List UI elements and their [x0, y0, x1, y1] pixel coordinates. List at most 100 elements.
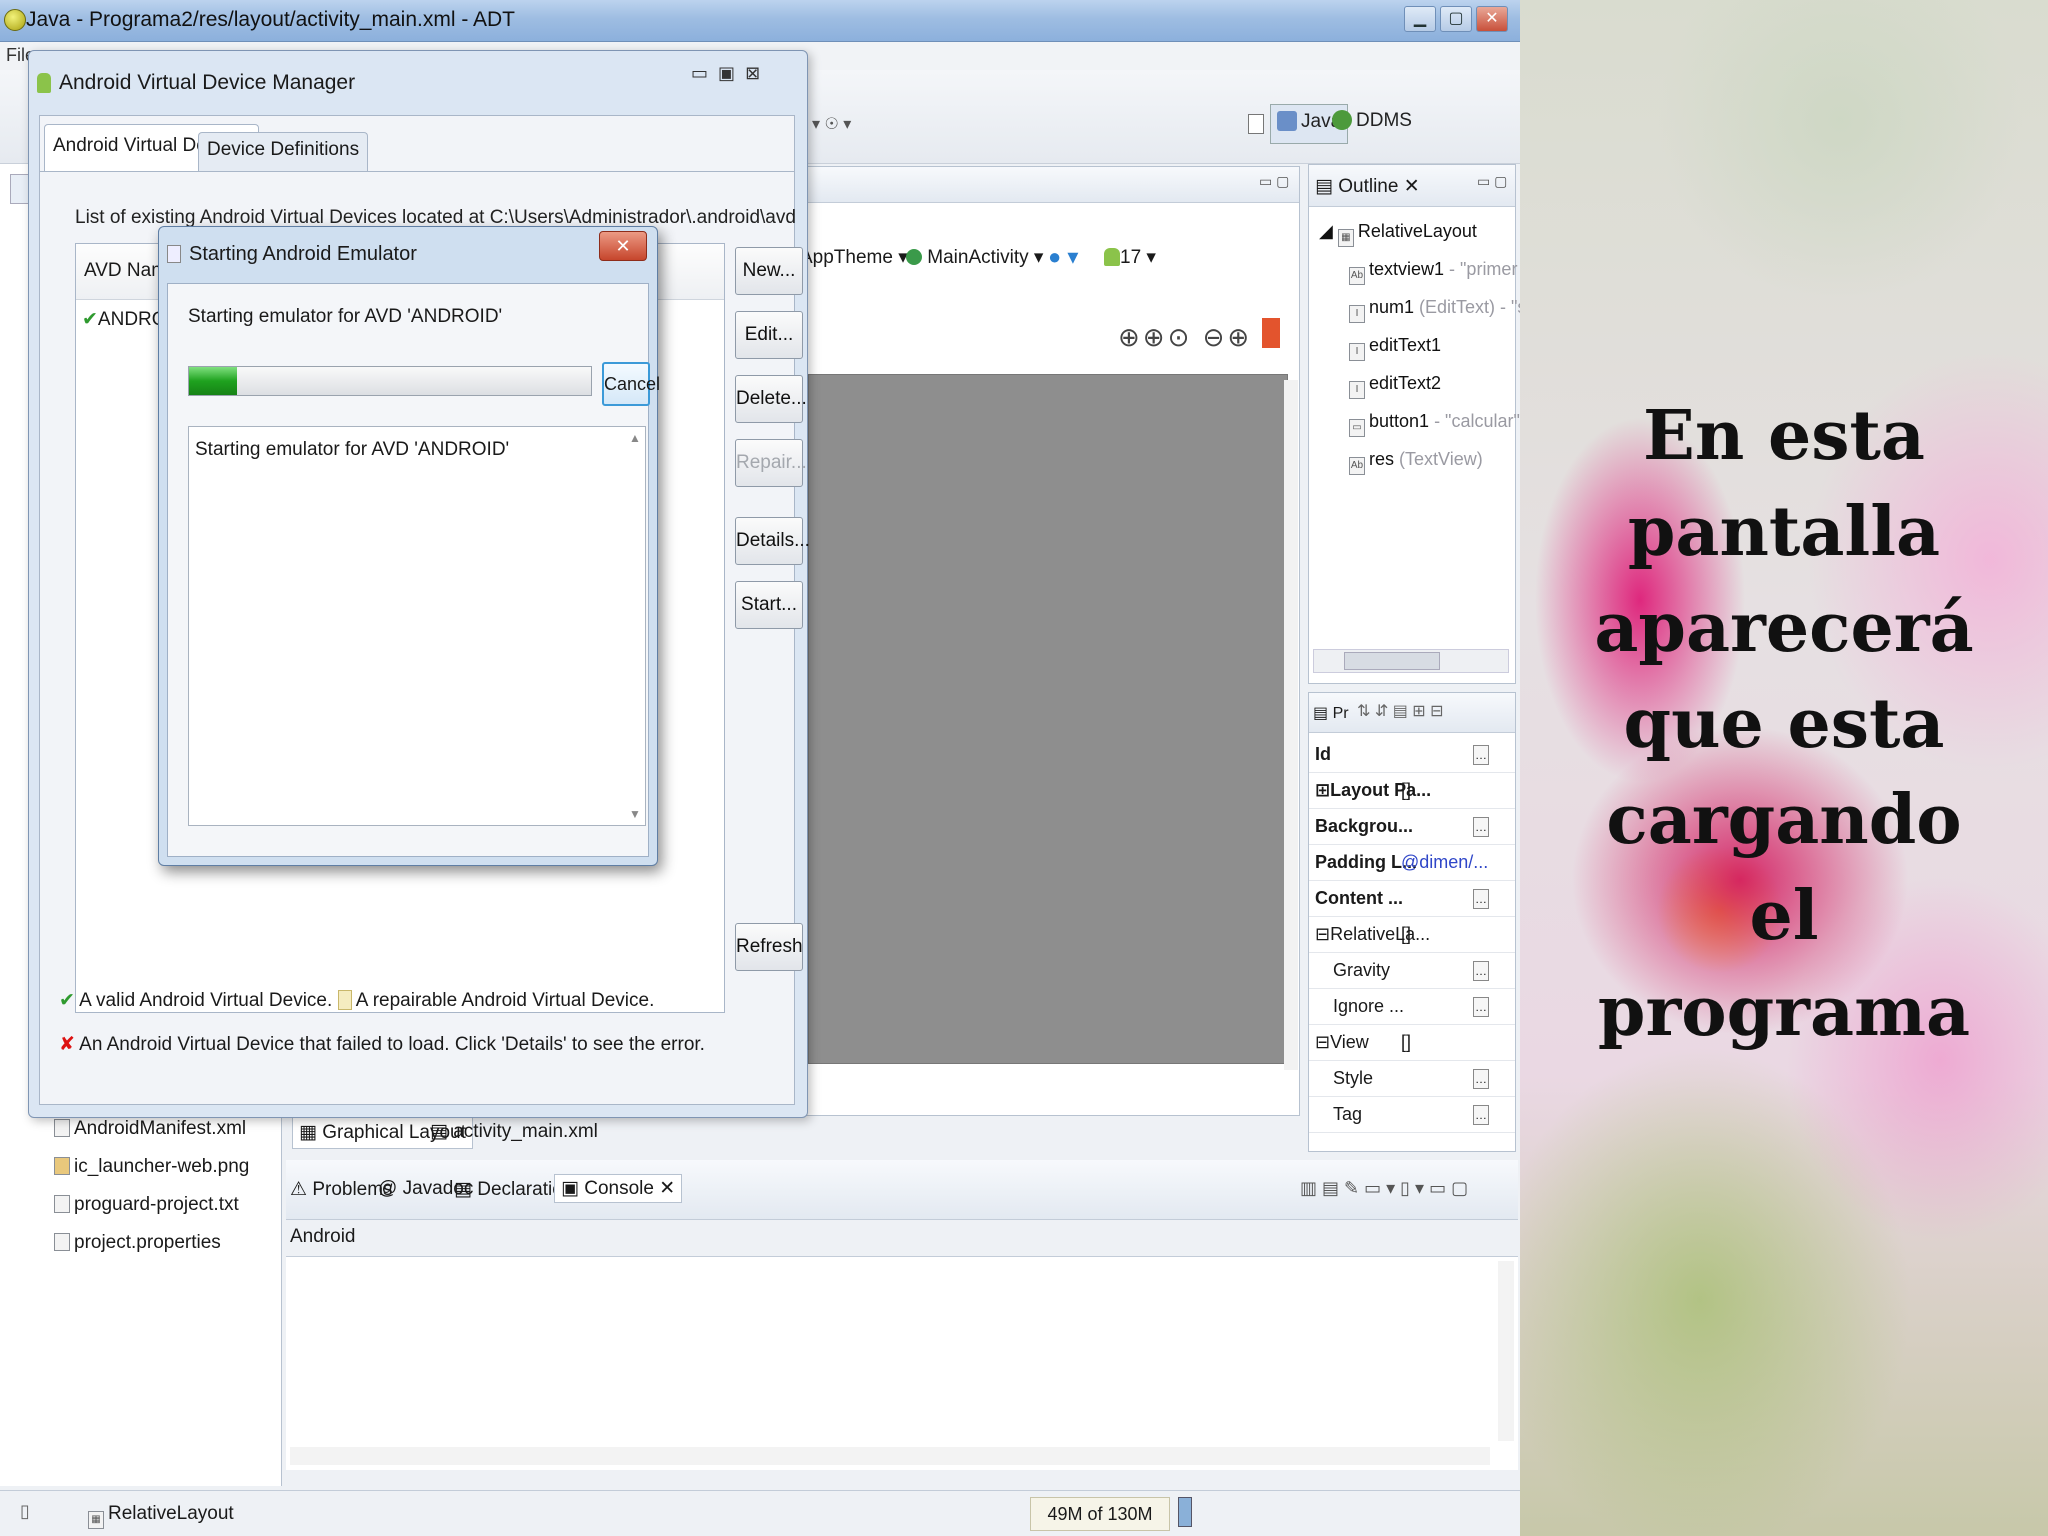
edittext-icon: I	[1349, 343, 1365, 361]
java-perspective-icon	[1277, 111, 1297, 131]
prop-ignore-gravity[interactable]: Ignore ...…	[1309, 989, 1515, 1025]
prop-id[interactable]: Id…	[1309, 737, 1515, 773]
maximize-button[interactable]: ▢	[1440, 6, 1472, 32]
prop-padding[interactable]: Padding L... @dimen/...	[1309, 845, 1515, 881]
outline-scroll-thumb[interactable]	[1344, 652, 1440, 670]
maximize-button[interactable]: ▣	[718, 63, 735, 83]
close-button[interactable]: ✕	[1476, 6, 1508, 32]
console-h-scrollbar[interactable]	[290, 1447, 1490, 1465]
tab-label: activity_main.xml	[453, 1121, 598, 1142]
perspective-ddms[interactable]: DDMS	[1332, 110, 1412, 150]
start-button[interactable]: Start...	[735, 581, 803, 629]
delete-button[interactable]: Delete...	[735, 375, 807, 423]
outline-minmax-icon[interactable]: ▭ ▢	[1477, 173, 1507, 190]
api-level-dropdown[interactable]: 17 ▾	[1104, 246, 1156, 269]
close-button[interactable]: ⊠	[745, 63, 760, 83]
toolbar-run-dropdown-icon[interactable]: ▾ ☉ ▾	[812, 114, 851, 134]
editor-minmax-icon[interactable]: ▭ ▢	[1259, 173, 1289, 190]
cancel-button[interactable]: Cancel	[602, 362, 660, 406]
error-marker-icon[interactable]	[1262, 318, 1281, 348]
ddms-perspective-icon	[1332, 110, 1352, 130]
collapse-icon[interactable]: ⊟	[1315, 1032, 1330, 1052]
outline-item-num1[interactable]: Inum1 (EditText) - "seg	[1349, 297, 1520, 323]
scroll-down-icon[interactable]: ▼	[629, 807, 641, 821]
minimize-button[interactable]: ▁	[1404, 6, 1436, 32]
zoom-real-icon[interactable]: ⊕	[1143, 322, 1168, 352]
file-ic-launcher[interactable]: ic_launcher-web.png	[54, 1156, 249, 1178]
prop-background[interactable]: Backgrou...…	[1309, 809, 1515, 845]
outline-h-scrollbar[interactable]	[1313, 649, 1509, 673]
theme-dropdown[interactable]: AppTheme ▾	[800, 246, 908, 269]
file-android-manifest[interactable]: AndroidManifest.xml	[54, 1118, 246, 1140]
package-explorer-minimized-icon[interactable]	[10, 174, 30, 204]
ellipsis-button[interactable]: …	[1473, 889, 1489, 909]
emulator-log[interactable]: Starting emulator for AVD 'ANDROID' ▲ ▼	[188, 426, 646, 826]
tab-activity-main-xml[interactable]: ▤ activity_main.xml	[424, 1116, 604, 1147]
fast-view-icon[interactable]: ▯	[20, 1501, 30, 1522]
close-tab-icon[interactable]: ✕	[1404, 176, 1420, 197]
zoom-in-icon[interactable]: ⊕	[1227, 322, 1252, 352]
ellipsis-button[interactable]: …	[1473, 1105, 1489, 1125]
ellipsis-button[interactable]: …	[1473, 745, 1489, 765]
legend-failed-text: An Android Virtual Device that failed to…	[79, 1034, 705, 1055]
tab-console[interactable]: ▣ Console ✕	[554, 1174, 683, 1203]
locale-globe-icon[interactable]: ● ▾	[1048, 244, 1078, 270]
console-output[interactable]	[286, 1256, 1518, 1470]
minimize-button[interactable]: ▭	[691, 63, 708, 83]
properties-tab[interactable]: ▤ Pr	[1313, 703, 1349, 723]
prop-layout-params[interactable]: ⊞Layout Pa...[]	[1309, 773, 1515, 809]
ellipsis-button[interactable]: …	[1473, 961, 1489, 981]
outline-item-edittext1[interactable]: IeditText1	[1349, 335, 1441, 361]
new-button[interactable]: New...	[735, 247, 803, 295]
outline-tab-label: Outline	[1338, 176, 1399, 197]
outline-item-edittext2[interactable]: IeditText2	[1349, 373, 1441, 399]
tab-label: Console	[584, 1178, 654, 1199]
properties-toolbar-icons[interactable]: ⇅ ⇵ ▤ ⊞ ⊟	[1357, 701, 1444, 721]
repair-button[interactable]: Repair...	[735, 439, 807, 487]
outline-item-button1[interactable]: ▭ button1 - "calcular"	[1349, 411, 1520, 437]
legend-failed: ✘ An Android Virtual Device that failed …	[59, 1033, 705, 1056]
file-project-properties[interactable]: project.properties	[54, 1232, 221, 1254]
close-button[interactable]: ✕	[599, 231, 647, 261]
ellipsis-button[interactable]: …	[1473, 817, 1489, 837]
prop-content-description[interactable]: Content ...…	[1309, 881, 1515, 917]
zoom-fit-icon[interactable]: ⊕	[1118, 322, 1143, 352]
prop-tag[interactable]: Tag …	[1309, 1097, 1515, 1133]
prop-relativelayout[interactable]: ⊟RelativeLa...[]	[1309, 917, 1515, 953]
prop-style[interactable]: Style…	[1309, 1061, 1515, 1097]
ellipsis-button[interactable]: …	[1473, 997, 1489, 1017]
emulator-status-message: Starting emulator for AVD 'ANDROID'	[188, 306, 503, 327]
prop-gravity[interactable]: Gravity…	[1309, 953, 1515, 989]
outline-item-relativelayout[interactable]: ◢ ▦ RelativeLayout	[1319, 221, 1477, 247]
zoom-out-icon[interactable]: ⊖	[1203, 322, 1228, 352]
canvas-scrollbar[interactable]	[1284, 380, 1298, 1070]
outline-tab[interactable]: ▤ Outline ✕	[1315, 175, 1420, 198]
console-toolbar-icons[interactable]: ▥ ▤ ✎ ▭ ▾ ▯ ▾ ▭ ▢	[1300, 1178, 1468, 1199]
prop-value: []	[1401, 1032, 1412, 1052]
outline-view: ▤ Outline ✕ ▭ ▢ ◢ ▦ RelativeLayout Ab text…	[1308, 164, 1520, 684]
scroll-up-icon[interactable]: ▲	[629, 431, 641, 445]
expand-icon[interactable]: ⊞	[1315, 780, 1330, 800]
refresh-button[interactable]: Refresh	[735, 923, 803, 971]
collapse-icon[interactable]: ⊟	[1315, 924, 1330, 944]
caption-line: que esta	[1623, 684, 1945, 764]
slide-side-panel: En esta pantalla aparecerá que esta carg…	[1520, 0, 2048, 1536]
outline-item-res[interactable]: Ab res (TextView)	[1349, 449, 1483, 475]
console-tabs: ⚠ Problems @ Javadoc ▤ Declaration ▣ Con…	[286, 1160, 1518, 1220]
zoom-100-icon[interactable]: ⊙	[1168, 322, 1193, 352]
tab-device-definitions[interactable]: Device Definitions	[198, 132, 369, 172]
close-tab-icon[interactable]: ✕	[659, 1178, 675, 1199]
file-proguard[interactable]: proguard-project.txt	[54, 1194, 239, 1216]
console-v-scrollbar[interactable]	[1498, 1261, 1514, 1441]
edit-button[interactable]: Edit...	[735, 311, 803, 359]
open-perspective-icon[interactable]	[1248, 114, 1264, 134]
activity-dropdown[interactable]: MainActivity ▾	[906, 246, 1043, 269]
prop-key: Tag	[1333, 1104, 1363, 1124]
outline-item-textview1[interactable]: Abtextview1 - "primer nu	[1349, 259, 1520, 285]
caption-line: pantalla	[1627, 492, 1941, 572]
ellipsis-button[interactable]: …	[1473, 1069, 1489, 1089]
layout-canvas[interactable]	[808, 374, 1288, 1064]
prop-view[interactable]: ⊟View []	[1309, 1025, 1515, 1061]
garbage-collect-icon[interactable]	[1178, 1497, 1192, 1527]
details-button[interactable]: Details...	[735, 517, 810, 565]
